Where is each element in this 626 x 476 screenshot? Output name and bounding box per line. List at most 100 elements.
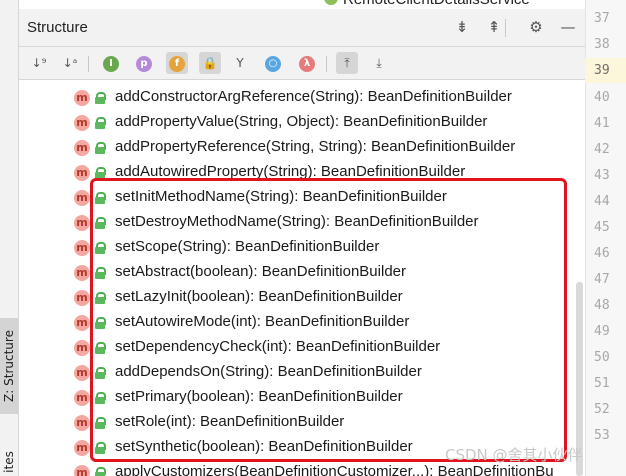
tree-item[interactable]: m addConstructorArgReference(String): Be… (19, 85, 585, 110)
favorites-tool-tab-label[interactable]: ites (2, 451, 16, 473)
tree-item[interactable]: m setPrimary(boolean): BeanDefinitionBui… (19, 385, 585, 410)
show-properties-icon[interactable]: p (133, 52, 155, 74)
public-lock-icon (94, 342, 106, 354)
method-icon: m (74, 415, 90, 431)
structure-tool-tab-label[interactable]: Z: Structure (2, 330, 16, 402)
show-lambdas-circle-icon[interactable]: ○ (262, 52, 284, 74)
line-number: 50 (594, 350, 610, 365)
line-number: 44 (594, 194, 610, 209)
method-icon: m (74, 340, 90, 356)
public-lock-icon (94, 242, 106, 254)
show-inherited-icon[interactable]: I (100, 52, 122, 74)
tree-item-label: setAbstract(boolean): BeanDefinitionBuil… (115, 263, 406, 280)
method-icon: m (74, 265, 90, 281)
tree-item[interactable]: m setLazyInit(boolean): BeanDefinitionBu… (19, 285, 585, 310)
autoscroll-to-source-icon[interactable]: ⤒ (336, 52, 358, 74)
tree-item[interactable]: m addPropertyReference(String, String): … (19, 135, 585, 160)
line-number: 43 (594, 168, 610, 183)
context-class-row[interactable]: I RemoteClientDetailsService (19, 0, 585, 9)
autoscroll-from-source-icon[interactable]: ⤓ (368, 52, 390, 74)
structure-toolbar: ↓⁹ ↓ᵃ I p f 🔒 Y ○ λ ⤒ ⤓ (19, 47, 585, 80)
sort-by-visibility-icon[interactable]: ↓⁹ (28, 52, 50, 74)
gear-icon[interactable]: ⚙ (526, 17, 546, 37)
public-lock-icon (94, 192, 106, 204)
show-fields-icon[interactable]: f (166, 52, 188, 74)
method-icon: m (74, 465, 90, 476)
public-lock-icon (94, 442, 106, 454)
sort-alphabetically-icon[interactable]: ↓ᵃ (59, 52, 81, 74)
toolbar-divider (88, 56, 89, 72)
line-number: 42 (594, 142, 610, 157)
public-lock-icon (94, 292, 106, 304)
tree-item-label: addDependsOn(String): BeanDefinitionBuil… (115, 363, 422, 380)
public-lock-icon (94, 417, 106, 429)
public-lock-icon (94, 467, 106, 476)
method-icon: m (74, 290, 90, 306)
panel-title: Structure (27, 19, 88, 36)
public-lock-icon (94, 167, 106, 179)
tree-item-label: addPropertyReference(String, String): Be… (115, 138, 516, 155)
tree-item[interactable]: m setDestroyMethodName(String): BeanDefi… (19, 210, 585, 235)
show-lambdas-icon[interactable]: λ (296, 52, 318, 74)
tree-item[interactable]: m setAbstract(boolean): BeanDefinitionBu… (19, 260, 585, 285)
structure-panel: I RemoteClientDetailsService Structure ⇟… (19, 0, 585, 476)
line-number: 47 (594, 272, 610, 287)
line-number: 37 (594, 11, 610, 26)
tree-item[interactable]: m setDependencyCheck(int): BeanDefinitio… (19, 335, 585, 360)
tree-item[interactable]: m setInitMethodName(String): BeanDefinit… (19, 185, 585, 210)
method-icon: m (74, 315, 90, 331)
context-class-name: RemoteClientDetailsService (343, 0, 530, 8)
tree-item[interactable]: m addPropertyValue(String, Object): Bean… (19, 110, 585, 135)
expand-all-icon[interactable]: ⇟ (452, 17, 472, 37)
tree-item-label: setRole(int): BeanDefinitionBuilder (115, 413, 345, 430)
line-number: 46 (594, 246, 610, 261)
watermark: CSDN @舍其小伙伴 (445, 446, 583, 464)
line-number: 52 (594, 402, 610, 417)
method-icon: m (74, 365, 90, 381)
tree-item-label: setInitMethodName(String): BeanDefinitio… (115, 188, 447, 205)
line-number: 38 (594, 37, 610, 52)
method-icon: m (74, 115, 90, 131)
toolbar-divider (326, 56, 327, 72)
public-lock-icon (94, 142, 106, 154)
line-number: 53 (594, 428, 610, 443)
panel-header: Structure ⇟ ⇞ ⚙ — (19, 9, 585, 47)
tree-item[interactable]: m addDependsOn(String): BeanDefinitionBu… (19, 360, 585, 385)
line-number: 45 (594, 220, 610, 235)
tree-item-label: addPropertyValue(String, Object): BeanDe… (115, 113, 488, 130)
tree-item-label: setPrimary(boolean): BeanDefinitionBuild… (115, 388, 403, 405)
line-number: 48 (594, 298, 610, 313)
header-divider (505, 19, 506, 37)
method-icon: m (74, 190, 90, 206)
public-lock-icon (94, 217, 106, 229)
collapse-all-icon[interactable]: ⇞ (484, 17, 504, 37)
method-icon: m (74, 440, 90, 456)
tree-item-label: addConstructorArgReference(String): Bean… (115, 88, 512, 105)
class-icon: I (324, 0, 338, 5)
method-icon: m (74, 215, 90, 231)
tree-item[interactable]: m addAutowiredProperty(String): BeanDefi… (19, 160, 585, 185)
method-icon: m (74, 90, 90, 106)
public-lock-icon (94, 367, 106, 379)
tree-item-label: setAutowireMode(int): BeanDefinitionBuil… (115, 313, 410, 330)
tree-item-label: addAutowiredProperty(String): BeanDefini… (115, 163, 466, 180)
tree-item[interactable]: m setRole(int): BeanDefinitionBuilder (19, 410, 585, 435)
tree-item-label: setSynthetic(boolean): BeanDefinitionBui… (115, 438, 413, 455)
line-number: 51 (594, 376, 610, 391)
minimize-icon[interactable]: — (558, 17, 578, 37)
public-lock-icon (94, 117, 106, 129)
structure-tree: m addConstructorArgReference(String): Be… (19, 80, 585, 476)
method-icon: m (74, 240, 90, 256)
method-icon: m (74, 390, 90, 406)
method-icon: m (74, 165, 90, 181)
method-icon: m (74, 140, 90, 156)
tree-item-label: setScope(String): BeanDefinitionBuilder (115, 238, 380, 255)
public-lock-icon (94, 92, 106, 104)
show-non-public-icon[interactable]: 🔒 (199, 52, 221, 74)
tree-item[interactable]: m setAutowireMode(int): BeanDefinitionBu… (19, 310, 585, 335)
tree-item-label: setLazyInit(boolean): BeanDefinitionBuil… (115, 288, 403, 305)
tree-item-label: setDestroyMethodName(String): BeanDefini… (115, 213, 479, 230)
tree-item[interactable]: m setScope(String): BeanDefinitionBuilde… (19, 235, 585, 260)
anonymous-classes-icon[interactable]: Y (229, 52, 251, 74)
public-lock-icon (94, 267, 106, 279)
